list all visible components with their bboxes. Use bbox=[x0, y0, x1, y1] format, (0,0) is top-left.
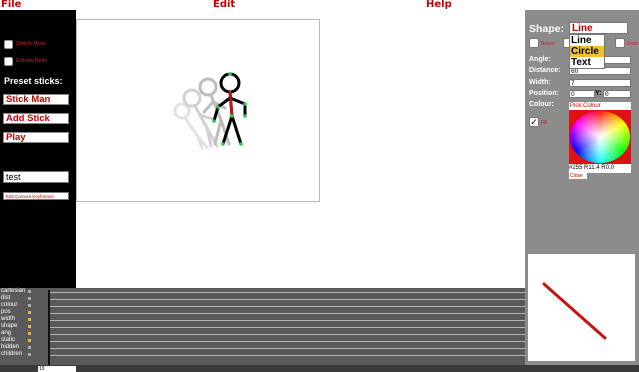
track-label: children bbox=[1, 351, 23, 357]
position-y-input[interactable]: 0 bbox=[603, 90, 631, 98]
extrude-mode-checkbox[interactable] bbox=[4, 56, 13, 66]
shape-option-circle[interactable]: Circle bbox=[570, 46, 604, 57]
position-y-label: Y: bbox=[595, 90, 602, 97]
width-label: Width: bbox=[529, 79, 551, 86]
preset-sticks-heading: Preset sticks: bbox=[4, 76, 63, 86]
close-colour-button[interactable]: Close bbox=[569, 173, 587, 179]
keyframe-marker[interactable] bbox=[28, 304, 31, 307]
shape-label: Shape: bbox=[529, 23, 565, 35]
track-line[interactable] bbox=[50, 341, 525, 342]
track-line[interactable] bbox=[50, 334, 525, 335]
track-row[interactable]: children bbox=[0, 351, 525, 359]
track-line[interactable] bbox=[50, 327, 525, 328]
stretch-mode-label: Stretch Mode bbox=[16, 41, 46, 47]
shape-option-text[interactable]: Text bbox=[570, 57, 604, 68]
timeline-playhead[interactable] bbox=[48, 290, 50, 366]
extrude-mode-row[interactable]: Extrude Mode bbox=[4, 56, 47, 66]
track-row[interactable]: shape bbox=[0, 323, 525, 331]
keyframe-marker[interactable] bbox=[28, 346, 31, 349]
track-line[interactable] bbox=[50, 306, 525, 307]
width-input[interactable]: 7 bbox=[569, 79, 631, 87]
track-line[interactable] bbox=[50, 320, 525, 321]
static-checkbox-label: Static bbox=[626, 41, 639, 47]
track-row[interactable]: hidden bbox=[0, 344, 525, 352]
track-row[interactable]: ang bbox=[0, 330, 525, 338]
track-label: width bbox=[1, 316, 16, 322]
colour-wheel-shade bbox=[570, 111, 630, 163]
track-line[interactable] bbox=[50, 313, 525, 314]
track-label: hidden bbox=[1, 344, 20, 350]
shape-dropdown-list: Line Circle Text bbox=[569, 34, 605, 69]
track-label: colour bbox=[1, 302, 18, 308]
left-panel: Stretch Mode Extrude Mode Preset sticks:… bbox=[0, 10, 76, 288]
extrude-mode-label: Extrude Mode bbox=[16, 58, 48, 64]
properties-panel: Shape: Line Below Static Angle: Distance… bbox=[525, 10, 639, 365]
fill-checkbox[interactable]: ✓ bbox=[529, 117, 539, 127]
track-label: shape bbox=[1, 323, 18, 329]
below-checkbox[interactable] bbox=[529, 38, 539, 48]
frame-number-input[interactable]: 19 bbox=[38, 366, 76, 372]
shape-option-line[interactable]: Line bbox=[570, 35, 604, 46]
line-preview-graphic bbox=[542, 282, 607, 340]
play-button[interactable]: Play bbox=[3, 132, 69, 143]
menu-edit[interactable]: Edit bbox=[213, 0, 235, 10]
position-x-input[interactable]: 0 bbox=[569, 90, 595, 98]
timeline-panel: cartesian dist colour pos width shape an… bbox=[0, 288, 525, 372]
stretch-mode-checkbox[interactable] bbox=[4, 39, 13, 49]
track-line[interactable] bbox=[50, 292, 525, 293]
stick-man-button[interactable]: Stick Man bbox=[3, 94, 69, 105]
keyframe-marker[interactable] bbox=[28, 290, 31, 293]
keyframe-marker[interactable] bbox=[28, 353, 31, 356]
pick-colour-button[interactable]: Pick Colour bbox=[569, 102, 631, 110]
rgb-values[interactable]: #255 R11.4 R0.0 bbox=[569, 164, 631, 173]
track-label: static bbox=[1, 337, 16, 343]
menu-file[interactable]: File bbox=[1, 0, 21, 10]
stage-canvas[interactable] bbox=[76, 19, 320, 202]
static-checkbox[interactable] bbox=[615, 38, 625, 48]
track-label: dist bbox=[1, 295, 11, 301]
name-input[interactable]: test bbox=[3, 171, 69, 183]
track-label: pos bbox=[1, 309, 11, 315]
stretch-mode-row[interactable]: Stretch Mode bbox=[4, 39, 46, 49]
keyframe-marker[interactable] bbox=[28, 332, 31, 335]
track-label: cartesian bbox=[1, 288, 26, 294]
track-label: ang bbox=[1, 330, 12, 336]
fill-label: Fill bbox=[541, 120, 548, 126]
below-checkbox-label: Below bbox=[541, 41, 555, 47]
track-line[interactable] bbox=[50, 348, 525, 349]
keyframe-marker[interactable] bbox=[28, 297, 31, 300]
track-row[interactable]: width bbox=[0, 316, 525, 324]
shape-select[interactable]: Line bbox=[569, 22, 628, 34]
keyframe-marker[interactable] bbox=[28, 318, 31, 321]
shape-preview bbox=[528, 254, 635, 361]
colour-label: Colour: bbox=[529, 101, 554, 108]
track-row[interactable]: pos bbox=[0, 309, 525, 317]
menu-help[interactable]: Help bbox=[426, 0, 452, 10]
keyframe-marker[interactable] bbox=[28, 311, 31, 314]
angle-label: Angle: bbox=[529, 56, 551, 63]
track-row[interactable]: dist bbox=[0, 295, 525, 303]
stick-figure-drawing bbox=[173, 72, 247, 150]
frame-bar bbox=[0, 365, 639, 372]
track-line[interactable] bbox=[50, 355, 525, 356]
track-row[interactable]: static bbox=[0, 337, 525, 345]
keyframe-marker[interactable] bbox=[28, 339, 31, 342]
track-row[interactable]: colour bbox=[0, 302, 525, 310]
distance-label: Distance: bbox=[529, 67, 561, 74]
keyframe-marker[interactable] bbox=[28, 325, 31, 328]
menu-bar: File Edit Help bbox=[0, 0, 639, 10]
track-line[interactable] bbox=[50, 299, 525, 300]
track-row[interactable]: cartesian bbox=[0, 288, 525, 296]
add-stick-button[interactable]: Add Stick bbox=[3, 113, 69, 124]
position-label: Position: bbox=[529, 90, 559, 97]
colour-wheel-frame bbox=[569, 110, 631, 164]
edit-camera-keyframes-button[interactable]: Edit Camera Keyframes bbox=[3, 192, 69, 200]
